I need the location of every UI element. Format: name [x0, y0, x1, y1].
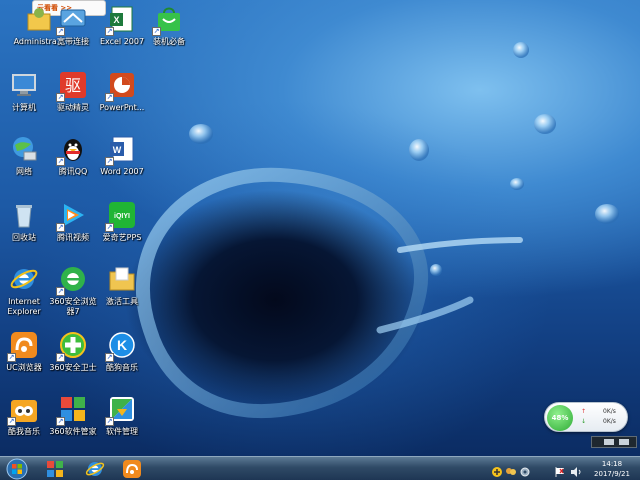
internet-explorer-icon [85, 462, 105, 476]
svg-text:X: X [113, 15, 119, 25]
driver-genius-glyph: 驱 [65, 76, 81, 95]
upload-row: ↑ 0K/s [581, 408, 625, 415]
shortcut-arrow-icon: ↗ [56, 27, 65, 36]
tray-volume-icon[interactable] [570, 463, 582, 477]
icon-label: 软件管理 [106, 427, 138, 436]
icon-label: 酷狗音乐 [106, 363, 138, 372]
shortcut-arrow-icon: ↗ [7, 353, 16, 362]
shortcut-arrow-icon: ↗ [105, 223, 114, 232]
download-speed: 0K/s [603, 418, 616, 425]
tray-flag-icon[interactable] [554, 463, 566, 477]
upload-arrow-icon: ↑ [581, 408, 587, 415]
shortcut-arrow-icon: ↗ [105, 157, 114, 166]
desktop-icon-iqiyi[interactable]: iQIYI ↗ 爱奇艺PPS [89, 200, 155, 243]
shortcut-arrow-icon: ↗ [56, 353, 65, 362]
desktop-icon-kugou[interactable]: K ↗ 酷狗音乐 [89, 330, 155, 373]
shortcut-arrow-icon: ↗ [56, 287, 65, 296]
apps-grid-icon [47, 461, 63, 477]
iqiyi-glyph: iQIYI [114, 213, 130, 220]
memory-percent: 48% [547, 405, 573, 431]
shortcut-arrow-icon: ↗ [105, 417, 114, 426]
desktop-icon-shopping[interactable]: ↗ 装机必备 [136, 4, 202, 47]
desktop-mini-toolbar[interactable] [591, 436, 637, 448]
kugou-glyph: K [117, 337, 127, 353]
icon-label: 激活工具 [106, 297, 138, 306]
uc-browser-icon [123, 460, 141, 478]
icon-label: 装机必备 [153, 37, 185, 46]
mini-toolbar-button[interactable] [604, 439, 614, 445]
internet-explorer-icon [10, 269, 38, 289]
start-button[interactable] [2, 458, 32, 480]
shortcut-arrow-icon: ↗ [105, 93, 114, 102]
network-speed-widget[interactable]: 48% ↑ 0K/s ↓ 0K/s [544, 402, 628, 432]
desktop-icon-word[interactable]: W ↗ Word 2007 [89, 134, 155, 177]
tray-network-icon[interactable] [491, 463, 503, 477]
clock-time: 14:18 [601, 460, 623, 468]
icon-label: Word 2007 [100, 167, 144, 176]
svg-text:W: W [113, 145, 122, 155]
folder-icon [109, 267, 135, 291]
icon-label: 爱奇艺PPS [102, 233, 142, 242]
network-globe-icon [13, 137, 37, 161]
recycle-bin-icon [16, 205, 32, 228]
taskbar: 14:18 2017/9/21 [0, 456, 640, 480]
download-row: ↓ 0K/s [581, 418, 625, 425]
shortcut-arrow-icon: ↗ [7, 417, 16, 426]
shortcut-arrow-icon: ↗ [56, 223, 65, 232]
desktop-icon-powerpoint[interactable]: ↗ PowerPnt... [89, 70, 155, 113]
shortcut-arrow-icon: ↗ [152, 27, 161, 36]
taskbar-apps-button[interactable] [40, 458, 70, 480]
tray-settings-icon[interactable] [519, 463, 531, 477]
desktop-icon-activate[interactable]: 激活工具 [89, 264, 155, 307]
shortcut-arrow-icon: ↗ [105, 27, 114, 36]
shortcut-arrow-icon: ↗ [56, 93, 65, 102]
clock-date: 2017/9/21 [594, 470, 630, 478]
computer-icon [12, 74, 36, 96]
icon-label: PowerPnt... [99, 103, 145, 112]
taskbar-ie-button[interactable] [80, 458, 110, 480]
shortcut-arrow-icon: ↗ [56, 417, 65, 426]
taskbar-uc-button[interactable] [117, 458, 147, 480]
mini-toolbar-button[interactable] [619, 439, 629, 445]
start-orb-icon [6, 458, 28, 480]
download-arrow-icon: ↓ [581, 418, 587, 425]
desktop-icon-softmgr[interactable]: ↗ 软件管理 [89, 394, 155, 437]
shortcut-arrow-icon: ↗ [56, 157, 65, 166]
tray-people-icon[interactable] [505, 463, 517, 475]
shortcut-arrow-icon: ↗ [105, 353, 114, 362]
upload-speed: 0K/s [603, 408, 616, 415]
taskbar-clock[interactable]: 14:18 2017/9/21 [592, 459, 632, 479]
